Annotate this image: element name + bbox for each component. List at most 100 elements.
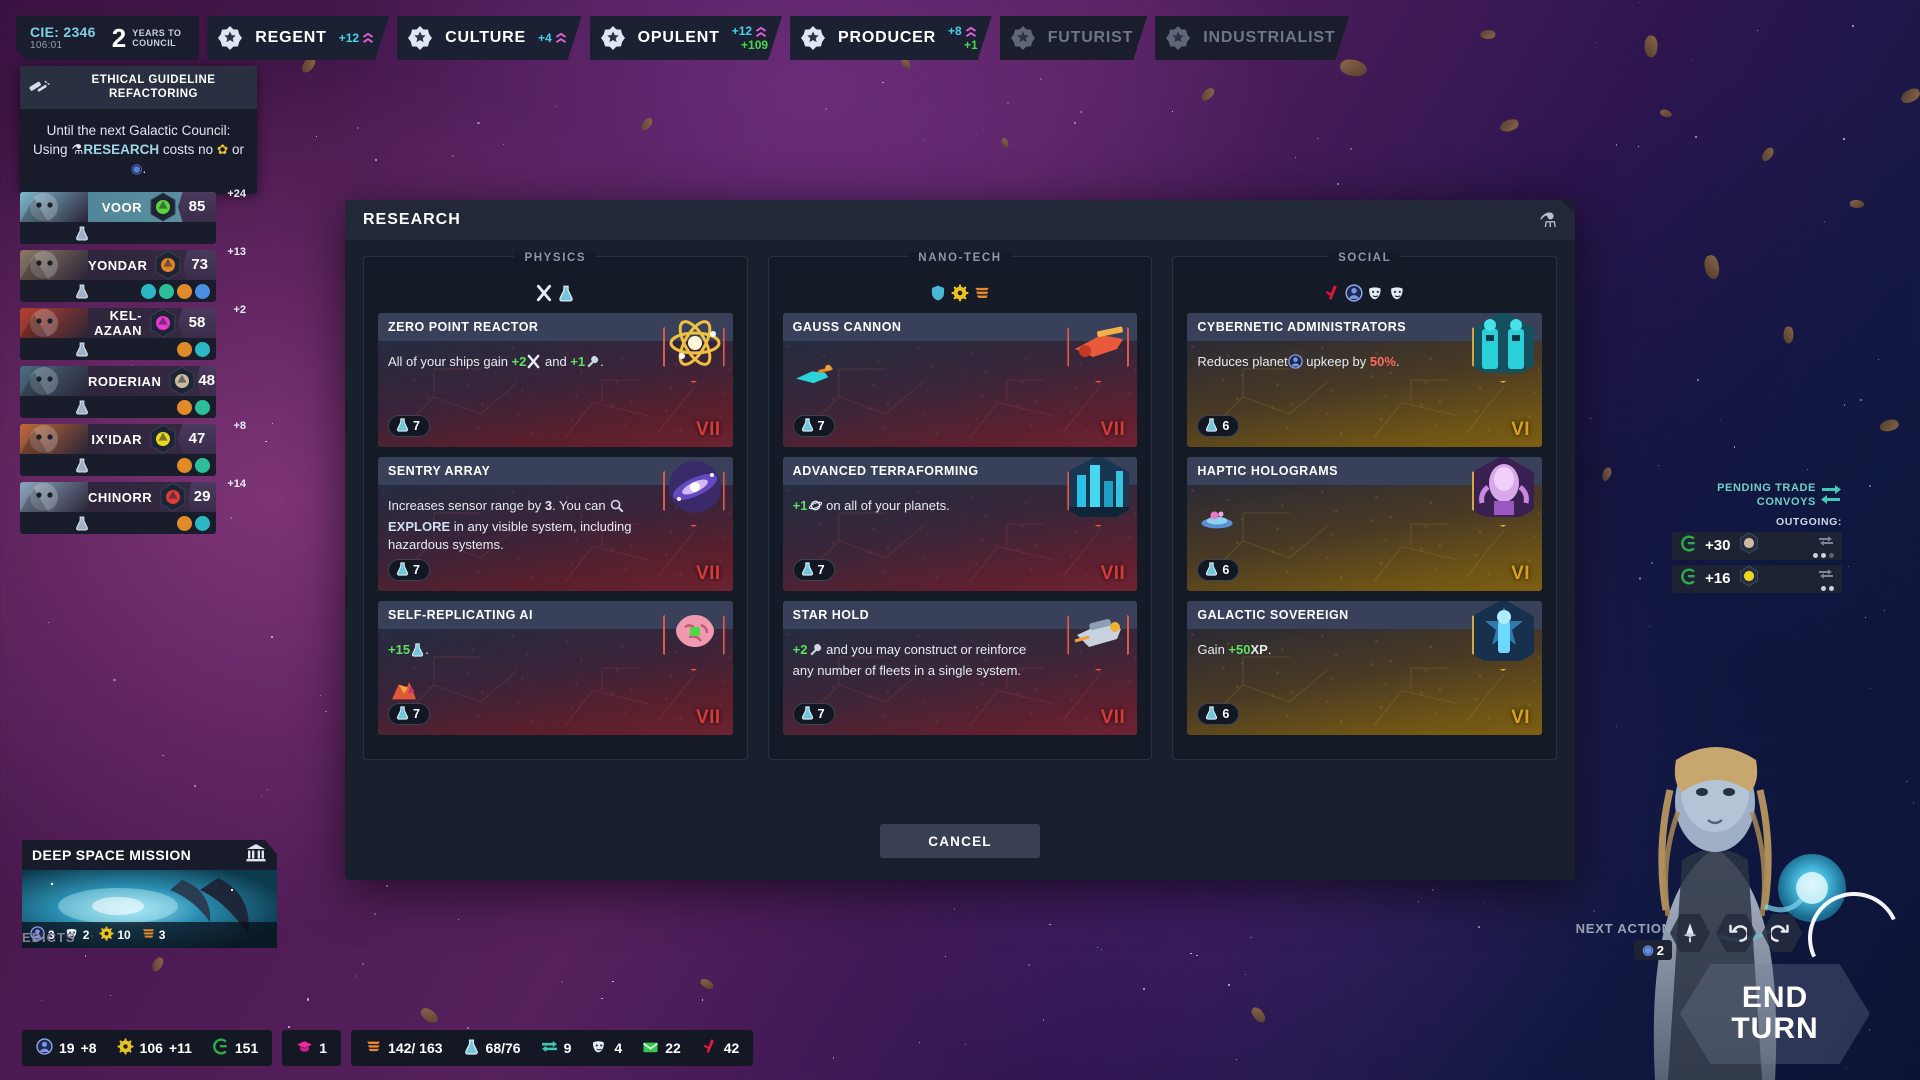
undo-button[interactable]: [1716, 914, 1756, 952]
faction-row[interactable]: CHINORR 29 +14: [20, 482, 216, 534]
faction-portrait: [20, 366, 88, 396]
faction-pips: [141, 284, 210, 299]
research-column-physics: PHYSICS ZERO POINT REACTOR All of your s…: [363, 256, 748, 760]
tech-card[interactable]: ADVANCED TERRAFORMING +1 on all of your …: [783, 457, 1138, 591]
end-turn-line1: END: [1731, 983, 1818, 1014]
convoy-title: PENDING TRADE CONVOYS: [1672, 482, 1842, 510]
resource-group-1: 1: [282, 1030, 341, 1066]
tech-card[interactable]: GALACTIC SOVEREIGN Gain +50XP. 6 VI: [1187, 601, 1542, 735]
tech-tier: VII: [1101, 707, 1126, 729]
tech-card[interactable]: GAUSS CANNON 7 VII: [783, 313, 1138, 447]
victory-tab-opulent[interactable]: OPULENT +12 +109: [590, 16, 782, 60]
faction-score: 48: [197, 366, 216, 396]
resource-item[interactable]: 142/ 163: [365, 1038, 443, 1058]
flask-icon: [1204, 705, 1219, 723]
flask-icon: [463, 1038, 480, 1058]
tech-description: Gain +50XP.: [1197, 641, 1447, 659]
faction-portrait: [20, 250, 88, 280]
cancel-button[interactable]: CANCEL: [880, 824, 1040, 858]
tech-card[interactable]: STAR HOLD +2 and you may construct or re…: [783, 601, 1138, 735]
flask-icon: ⚗: [71, 142, 83, 157]
faction-name: IX'IDAR: [88, 432, 148, 447]
faction-row[interactable]: VOOR 85 +24: [20, 192, 216, 244]
trade-arrows-icon: [1820, 482, 1842, 509]
faction-row[interactable]: KEL-AZAAN 58 +2: [20, 308, 216, 360]
star-emblem-icon: [407, 25, 433, 51]
edict-title: ETHICAL GUIDELINE REFACTORING: [58, 73, 249, 102]
resource-item[interactable]: 106 +11: [117, 1038, 192, 1058]
victory-values: +4: [538, 31, 568, 45]
research-column-name: PHYSICS: [514, 252, 596, 264]
victory-tab-label: PRODUCER: [838, 29, 936, 47]
victory-tab-producer[interactable]: PRODUCER +8 +1: [790, 16, 992, 60]
tech-tier: VI: [1511, 707, 1530, 729]
resource-item[interactable]: 1: [296, 1038, 327, 1058]
faction-score: 47: [178, 424, 216, 454]
resource-value: 151: [235, 1040, 258, 1056]
convoy-dot: [1821, 586, 1826, 591]
next-action-value: 2: [1657, 943, 1664, 958]
tech-cost: 7: [388, 703, 430, 725]
victory-tab-label: FUTURIST: [1048, 29, 1134, 47]
tech-description: +15.: [388, 641, 638, 662]
flask-icon: [557, 284, 575, 307]
resource-item[interactable]: 151: [212, 1038, 258, 1058]
production-icon: [365, 1038, 382, 1058]
flask-icon: [74, 399, 90, 415]
tech-description: +1 on all of your planets.: [793, 497, 1043, 518]
trade-icon: [1818, 533, 1834, 551]
victory-values: +12: [339, 31, 375, 45]
ship-button[interactable]: [1670, 914, 1710, 952]
research-column-social: SOCIAL CYBERNETIC ADMINISTRATORS Reduces…: [1172, 256, 1557, 760]
faction-row[interactable]: RODERIAN 48: [20, 366, 216, 418]
tech-card[interactable]: SELF-REPLICATING AI +15. 7 VII: [378, 601, 733, 735]
resource-item[interactable]: 19 +8: [36, 1038, 97, 1058]
victory-tab-regent[interactable]: REGENT +12: [207, 16, 389, 60]
convoy-row[interactable]: +30: [1672, 532, 1842, 560]
redo-button[interactable]: [1762, 914, 1802, 952]
resource-item[interactable]: 68/76: [463, 1038, 521, 1058]
victory-values: +12 +109: [732, 25, 768, 52]
tech-tier: VI: [1511, 419, 1530, 441]
research-header: RESEARCH ⚗: [345, 200, 1575, 240]
tech-tier: VII: [696, 563, 721, 585]
tech-cost-value: 7: [818, 707, 825, 721]
tech-cost: 7: [388, 559, 430, 581]
faction-main: RODERIAN 48: [20, 366, 216, 396]
convoy-row[interactable]: +16: [1672, 565, 1842, 593]
cie-clock-box: CIE: 2346 106:01 2 YEARS TO COUNCIL: [16, 16, 199, 60]
tech-card[interactable]: CYBERNETIC ADMINISTRATORS Reduces planet…: [1187, 313, 1542, 447]
resource-item[interactable]: 42: [701, 1038, 740, 1058]
convoy-indicator: [1818, 566, 1834, 591]
star-emblem-icon: [217, 25, 243, 51]
flask-icon: ⚗: [1539, 208, 1557, 233]
grad-cap-icon: [296, 1038, 313, 1058]
victory-tab-futurist[interactable]: FUTURIST: [1000, 16, 1148, 60]
tech-card[interactable]: SENTRY ARRAY Increases sensor range by 3…: [378, 457, 733, 591]
faction-substats: [20, 222, 216, 244]
end-turn-button[interactable]: END TURN: [1680, 964, 1870, 1064]
tech-card[interactable]: ZERO POINT REACTOR All of your ships gai…: [378, 313, 733, 447]
convoy-dot: [1813, 553, 1818, 558]
tech-cost: 6: [1197, 559, 1239, 581]
gear-icon: [99, 926, 114, 944]
faction-row[interactable]: YONDAR 73 +13: [20, 250, 216, 302]
victory-tab-industrialist[interactable]: INDUSTRIALIST: [1155, 16, 1349, 60]
mission-stat: 3: [141, 926, 166, 944]
convoy-rows: +30 +16: [1672, 532, 1842, 593]
tech-cost: 6: [1197, 415, 1239, 437]
edict-header: ETHICAL GUIDELINE REFACTORING: [20, 66, 257, 109]
resource-item[interactable]: 9: [541, 1038, 572, 1058]
gear-icon: ✿: [217, 142, 228, 157]
resource-value: 68/76: [486, 1040, 521, 1056]
attack-icon: [526, 354, 541, 374]
resource-item[interactable]: 22: [642, 1038, 681, 1058]
tech-card[interactable]: HAPTIC HOLOGRAMS 6 VI: [1187, 457, 1542, 591]
research-column-header: SOCIAL: [1173, 248, 1556, 266]
next-action-label: NEXT ACTION: [1576, 921, 1672, 936]
resource-item[interactable]: 4: [591, 1038, 622, 1058]
faction-pip: [177, 400, 192, 415]
victory-value-secondary: +109: [741, 39, 768, 52]
faction-row[interactable]: IX'IDAR 47 +8: [20, 424, 216, 476]
victory-tab-culture[interactable]: CULTURE +4: [397, 16, 582, 60]
